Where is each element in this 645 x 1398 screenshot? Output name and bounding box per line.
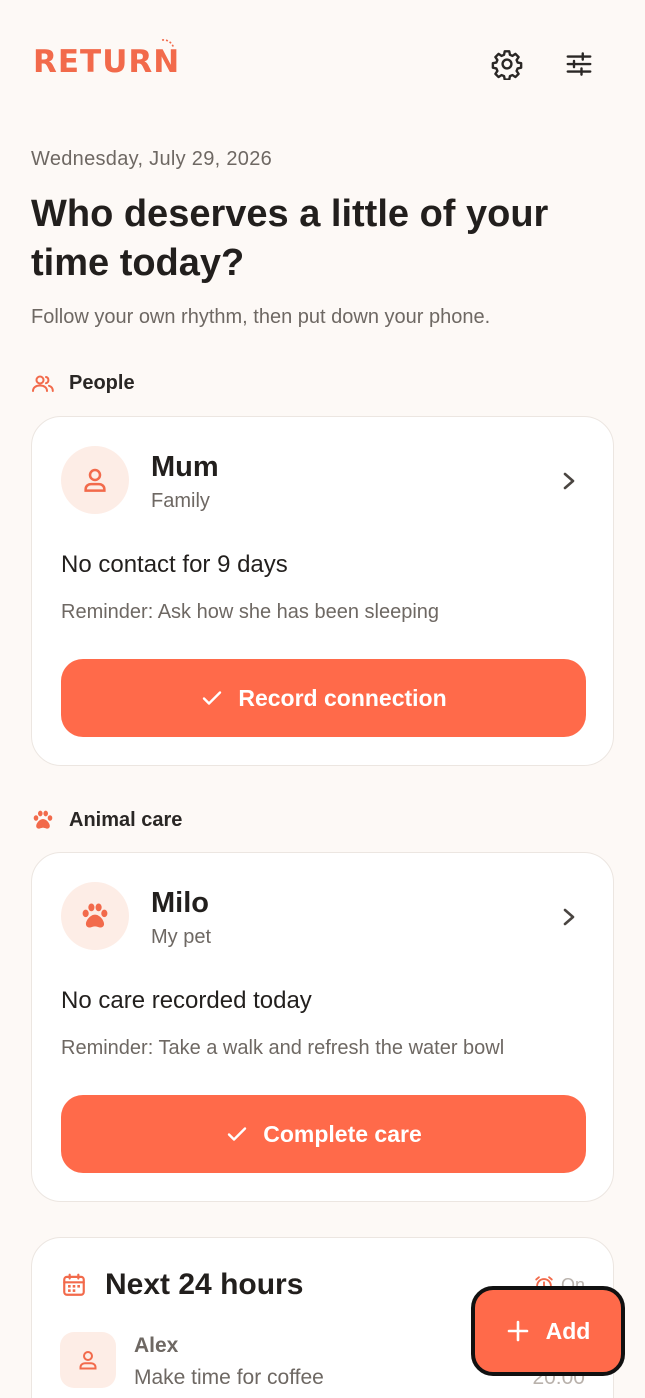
page-subtitle: Follow your own rhythm, then put down yo… [31,306,491,328]
paw-icon [33,810,53,829]
section-header-animal-care: Animal care [31,808,182,832]
section-header-people: People [31,372,135,395]
contact-name: Mum [151,451,219,483]
add-button[interactable]: Add [471,1286,625,1376]
gear-icon [491,50,523,80]
contact-status: No contact for 9 days [61,551,288,578]
section-label-people: People [69,372,135,394]
record-connection-button[interactable]: Record connection [61,659,586,737]
app-logo: RETURN [33,44,181,80]
upcoming-header: Next 24 hours [61,1268,303,1302]
logo-accent-icon [161,39,175,49]
chevron-right-icon[interactable] [559,903,579,931]
contact-relation: Family [151,490,210,512]
pet-status: No care recorded today [61,987,312,1014]
event-avatar [60,1332,116,1388]
pet-card-milo[interactable]: Milo My pet No care recorded today Remin… [31,852,614,1202]
section-label-animal-care: Animal care [69,808,183,831]
check-icon [228,1127,247,1141]
complete-care-label: Complete care [263,1120,422,1147]
calendar-icon [63,1273,85,1296]
settings-button[interactable] [485,42,529,86]
people-icon [32,375,54,392]
event-description: Make time for coffee [134,1366,324,1389]
upcoming-title: Next 24 hours [105,1268,304,1301]
app-header: RETURN [0,0,645,120]
complete-care-button[interactable]: Complete care [61,1095,586,1173]
sliders-icon [566,52,592,76]
pet-name: Milo [151,887,209,919]
event-name: Alex [134,1334,179,1357]
person-icon [79,1351,97,1370]
filter-button[interactable] [557,42,601,86]
record-connection-label: Record connection [238,684,447,711]
pet-relation: My pet [151,926,212,948]
pet-reminder: Reminder: Take a walk and refresh the wa… [61,1037,505,1059]
check-icon [203,691,222,705]
contact-card-mum[interactable]: Mum Family No contact for 9 days Reminde… [31,416,614,766]
avatar [61,446,129,514]
current-date: Wednesday, July 29, 2026 [31,148,273,170]
avatar [61,882,129,950]
chevron-right-icon[interactable] [559,467,579,495]
person-icon [84,468,106,492]
paw-icon [82,903,108,928]
plus-icon [507,1320,528,1342]
page-title: Who deserves a little of your time today… [31,193,549,284]
contact-reminder: Reminder: Ask how she has been sleeping [61,601,440,623]
add-button-label: Add [545,1317,591,1344]
